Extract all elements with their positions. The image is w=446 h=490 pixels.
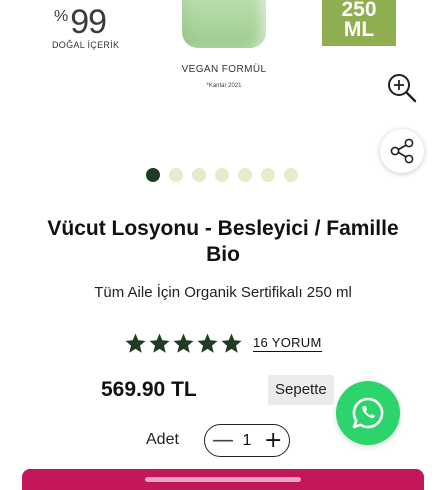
quantity-label: Adet [146, 431, 179, 448]
carousel-dot[interactable] [192, 168, 206, 182]
rating-stars [124, 332, 243, 355]
quantity-increase-button[interactable]: + [264, 429, 282, 452]
star-icon [125, 333, 146, 353]
share-button[interactable] [380, 129, 424, 173]
natural-ingredient-percent: % 99 [54, 2, 107, 42]
carousel-dots [146, 168, 298, 182]
product-jar-image [182, 0, 266, 48]
carousel-dot[interactable] [284, 168, 298, 182]
product-price: 569.90 TL [101, 378, 197, 401]
star-icon [149, 333, 170, 353]
whatsapp-icon [352, 397, 384, 429]
product-image-carousel[interactable]: % 99 DOĞAL İÇERİK VEGAN FORMÜL *Kantar 2… [0, 0, 446, 150]
carousel-dot[interactable] [238, 168, 252, 182]
quantity-decrease-button[interactable]: — [212, 429, 234, 452]
quantity-stepper[interactable]: — 1 + [204, 424, 290, 457]
product-title: Vücut Losyonu - Besleyici / Famille Bio [47, 217, 399, 266]
carousel-dot[interactable] [215, 168, 229, 182]
percent-value: 99 [70, 3, 107, 41]
carousel-dot[interactable] [169, 168, 183, 182]
reviews-link[interactable]: 16 YORUM [253, 335, 322, 352]
percent-symbol: % [54, 8, 69, 25]
carousel-dot[interactable] [261, 168, 275, 182]
star-icon [173, 333, 194, 353]
zoom-in-icon [388, 74, 417, 103]
product-rating: 16 YORUM [124, 332, 322, 355]
natural-ingredient-label: DOĞAL İÇERİK [52, 40, 120, 50]
volume-badge-unit: ML [343, 18, 375, 41]
volume-badge: 250 ML [322, 0, 396, 46]
kantar-note: *Kantar 2021 [206, 83, 242, 89]
zoom-button[interactable] [380, 66, 424, 110]
vegan-formula-label: VEGAN FORMÜL [181, 64, 267, 75]
cart-status-badge: Sepette [268, 375, 334, 405]
product-subtitle: Tüm Aile İçin Organik Sertifikalı 250 ml [94, 284, 352, 301]
share-icon [390, 138, 414, 164]
star-icon [221, 333, 242, 353]
star-icon [197, 333, 218, 353]
volume-badge-number: 250 [341, 0, 377, 21]
carousel-dot[interactable] [146, 168, 160, 182]
quantity-value[interactable]: 1 [243, 432, 252, 450]
whatsapp-button[interactable] [336, 381, 400, 445]
home-indicator [145, 477, 301, 482]
